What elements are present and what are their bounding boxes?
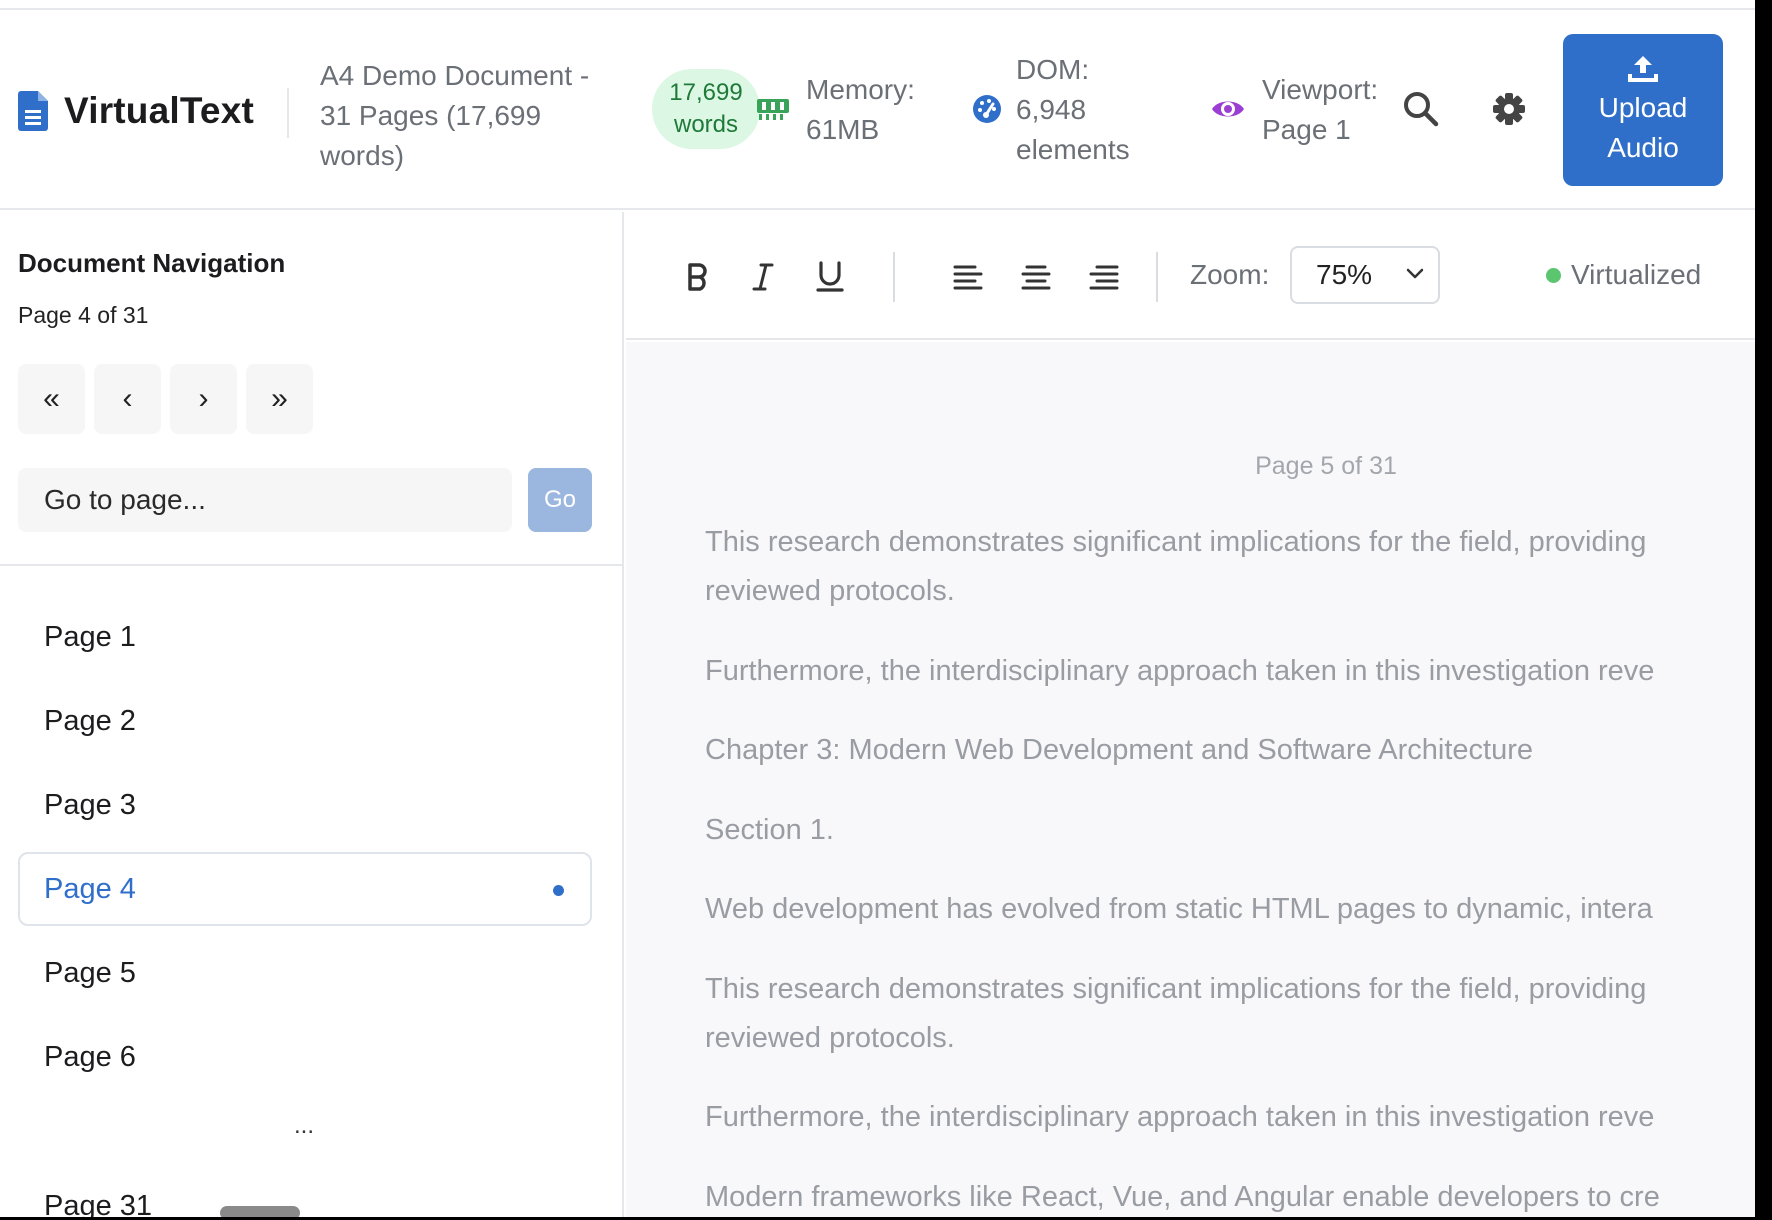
word-count-badge: 17,699 words bbox=[652, 69, 760, 149]
dom-label: DOM: bbox=[1016, 54, 1090, 85]
viewport-stat: Viewport: Page 1 bbox=[1262, 70, 1378, 150]
italic-icon bbox=[752, 263, 774, 291]
previous-page-button[interactable]: ‹ bbox=[94, 364, 161, 434]
toolbar-separator bbox=[1156, 252, 1158, 302]
paragraph-line: Furthermore, the interdisciplinary appro… bbox=[705, 1101, 1655, 1133]
bold-icon bbox=[688, 263, 707, 291]
horizontal-scroll-handle[interactable] bbox=[220, 1206, 300, 1217]
page-list-item-active[interactable]: Page 4 bbox=[18, 852, 592, 926]
formatting-toolbar: Zoom: 75% Virtualized bbox=[626, 212, 1755, 340]
paragraph-line: This research demonstrates significant i… bbox=[705, 973, 1647, 1005]
viewport-value: Page 1 bbox=[1262, 114, 1351, 145]
go-to-page-input[interactable] bbox=[18, 468, 512, 532]
active-page-dot bbox=[553, 885, 564, 896]
word-count-unit: words bbox=[673, 111, 739, 138]
app-window: VirtualText A4 Demo Document - 31 Pages … bbox=[0, 0, 1755, 1217]
document-icon bbox=[18, 91, 48, 131]
chevron-down-icon bbox=[1406, 268, 1424, 279]
memory-value: 61MB bbox=[806, 114, 880, 145]
upload-audio-button[interactable]: Upload Audio bbox=[1563, 34, 1723, 186]
memory-label: Memory: bbox=[806, 74, 915, 105]
align-right-button[interactable] bbox=[1079, 252, 1129, 302]
align-center-icon bbox=[1021, 265, 1051, 290]
next-page-button[interactable]: › bbox=[170, 364, 237, 434]
virtualized-label: Virtualized bbox=[1571, 259, 1702, 290]
go-button[interactable]: Go bbox=[528, 468, 592, 532]
dom-unit: elements bbox=[1016, 134, 1130, 165]
header-divider bbox=[287, 88, 289, 138]
align-center-button[interactable] bbox=[1011, 252, 1061, 302]
search-icon bbox=[1404, 92, 1439, 127]
page-list-item[interactable]: Page 3 bbox=[18, 768, 592, 842]
document-navigation-sidebar: Document Navigation Page 4 of 31 « ‹ › »… bbox=[0, 212, 624, 1217]
gauge-icon bbox=[973, 95, 1001, 123]
bold-button[interactable] bbox=[673, 252, 723, 302]
zoom-label: Zoom: bbox=[1190, 259, 1270, 290]
brand: VirtualText bbox=[18, 90, 254, 132]
first-page-button[interactable]: « bbox=[18, 364, 85, 434]
eye-icon bbox=[1212, 101, 1244, 117]
dom-stat: DOM: 6,948 elements bbox=[1016, 50, 1130, 170]
underline-icon bbox=[816, 261, 844, 292]
app-name: VirtualText bbox=[64, 90, 255, 131]
page-number-label: Page 5 of 31 bbox=[1255, 452, 1397, 480]
align-right-icon bbox=[1089, 265, 1119, 290]
gear-icon bbox=[1493, 93, 1525, 125]
upload-icon bbox=[1628, 56, 1658, 82]
upload-label-line1: Upload bbox=[1598, 92, 1688, 123]
page-list-item[interactable]: Page 2 bbox=[18, 684, 592, 758]
search-button[interactable] bbox=[1395, 83, 1447, 135]
document-title: A4 Demo Document - 31 Pages (17,699 word… bbox=[320, 60, 590, 171]
viewport-label: Viewport: bbox=[1262, 74, 1379, 105]
dom-value: 6,948 bbox=[1016, 94, 1087, 125]
zoom-value: 75% bbox=[1316, 259, 1373, 290]
chapter-heading: Chapter 3: Modern Web Development and So… bbox=[705, 734, 1534, 766]
current-page-indicator: Page 4 of 31 bbox=[18, 302, 149, 328]
paragraph-line: Furthermore, the interdisciplinary appro… bbox=[705, 655, 1655, 687]
align-left-button[interactable] bbox=[943, 252, 993, 302]
settings-button[interactable] bbox=[1483, 83, 1535, 135]
upload-label-line2: Audio bbox=[1607, 132, 1679, 163]
memory-stat: Memory: 61MB bbox=[806, 70, 915, 150]
page-list-item[interactable]: Page 6 bbox=[18, 1020, 592, 1094]
paragraph-line: reviewed protocols. bbox=[705, 575, 955, 607]
paragraph-line: Web development has evolved from static … bbox=[705, 893, 1653, 925]
sidebar-divider bbox=[0, 564, 624, 566]
italic-button[interactable] bbox=[738, 252, 788, 302]
paragraph-line: Modern frameworks like React, Vue, and A… bbox=[705, 1181, 1660, 1213]
last-page-button[interactable]: » bbox=[246, 364, 313, 434]
paragraph-line: reviewed protocols. bbox=[705, 1022, 955, 1054]
word-count-value: 17,699 bbox=[669, 79, 743, 106]
zoom-select[interactable]: 75% bbox=[1290, 246, 1440, 304]
memory-chip-icon bbox=[757, 99, 789, 120]
toolbar-separator bbox=[893, 252, 895, 302]
page-list-item[interactable]: Page 5 bbox=[18, 936, 592, 1010]
window-edge-right bbox=[1755, 0, 1772, 1220]
align-left-icon bbox=[953, 265, 983, 290]
virtualized-status: Virtualized bbox=[1546, 259, 1701, 291]
page-list-item[interactable]: Page 1 bbox=[18, 600, 592, 674]
page-list-ellipsis: ... bbox=[293, 1112, 314, 1139]
page-list-item-last[interactable]: Page 31 bbox=[44, 1190, 152, 1217]
page-list: Page 1 Page 2 Page 3 Page 4 Page 5 Page … bbox=[18, 600, 592, 1104]
underline-button[interactable] bbox=[805, 252, 855, 302]
navigation-title: Document Navigation bbox=[18, 248, 286, 278]
document-viewport[interactable]: Page 5 of 31 This research demonstrates … bbox=[626, 342, 1755, 1217]
header: VirtualText A4 Demo Document - 31 Pages … bbox=[0, 10, 1755, 210]
section-heading: Section 1. bbox=[705, 814, 834, 846]
status-dot bbox=[1546, 267, 1561, 283]
paragraph-line: This research demonstrates significant i… bbox=[705, 526, 1647, 558]
page-list-item-label: Page 4 bbox=[44, 873, 136, 905]
